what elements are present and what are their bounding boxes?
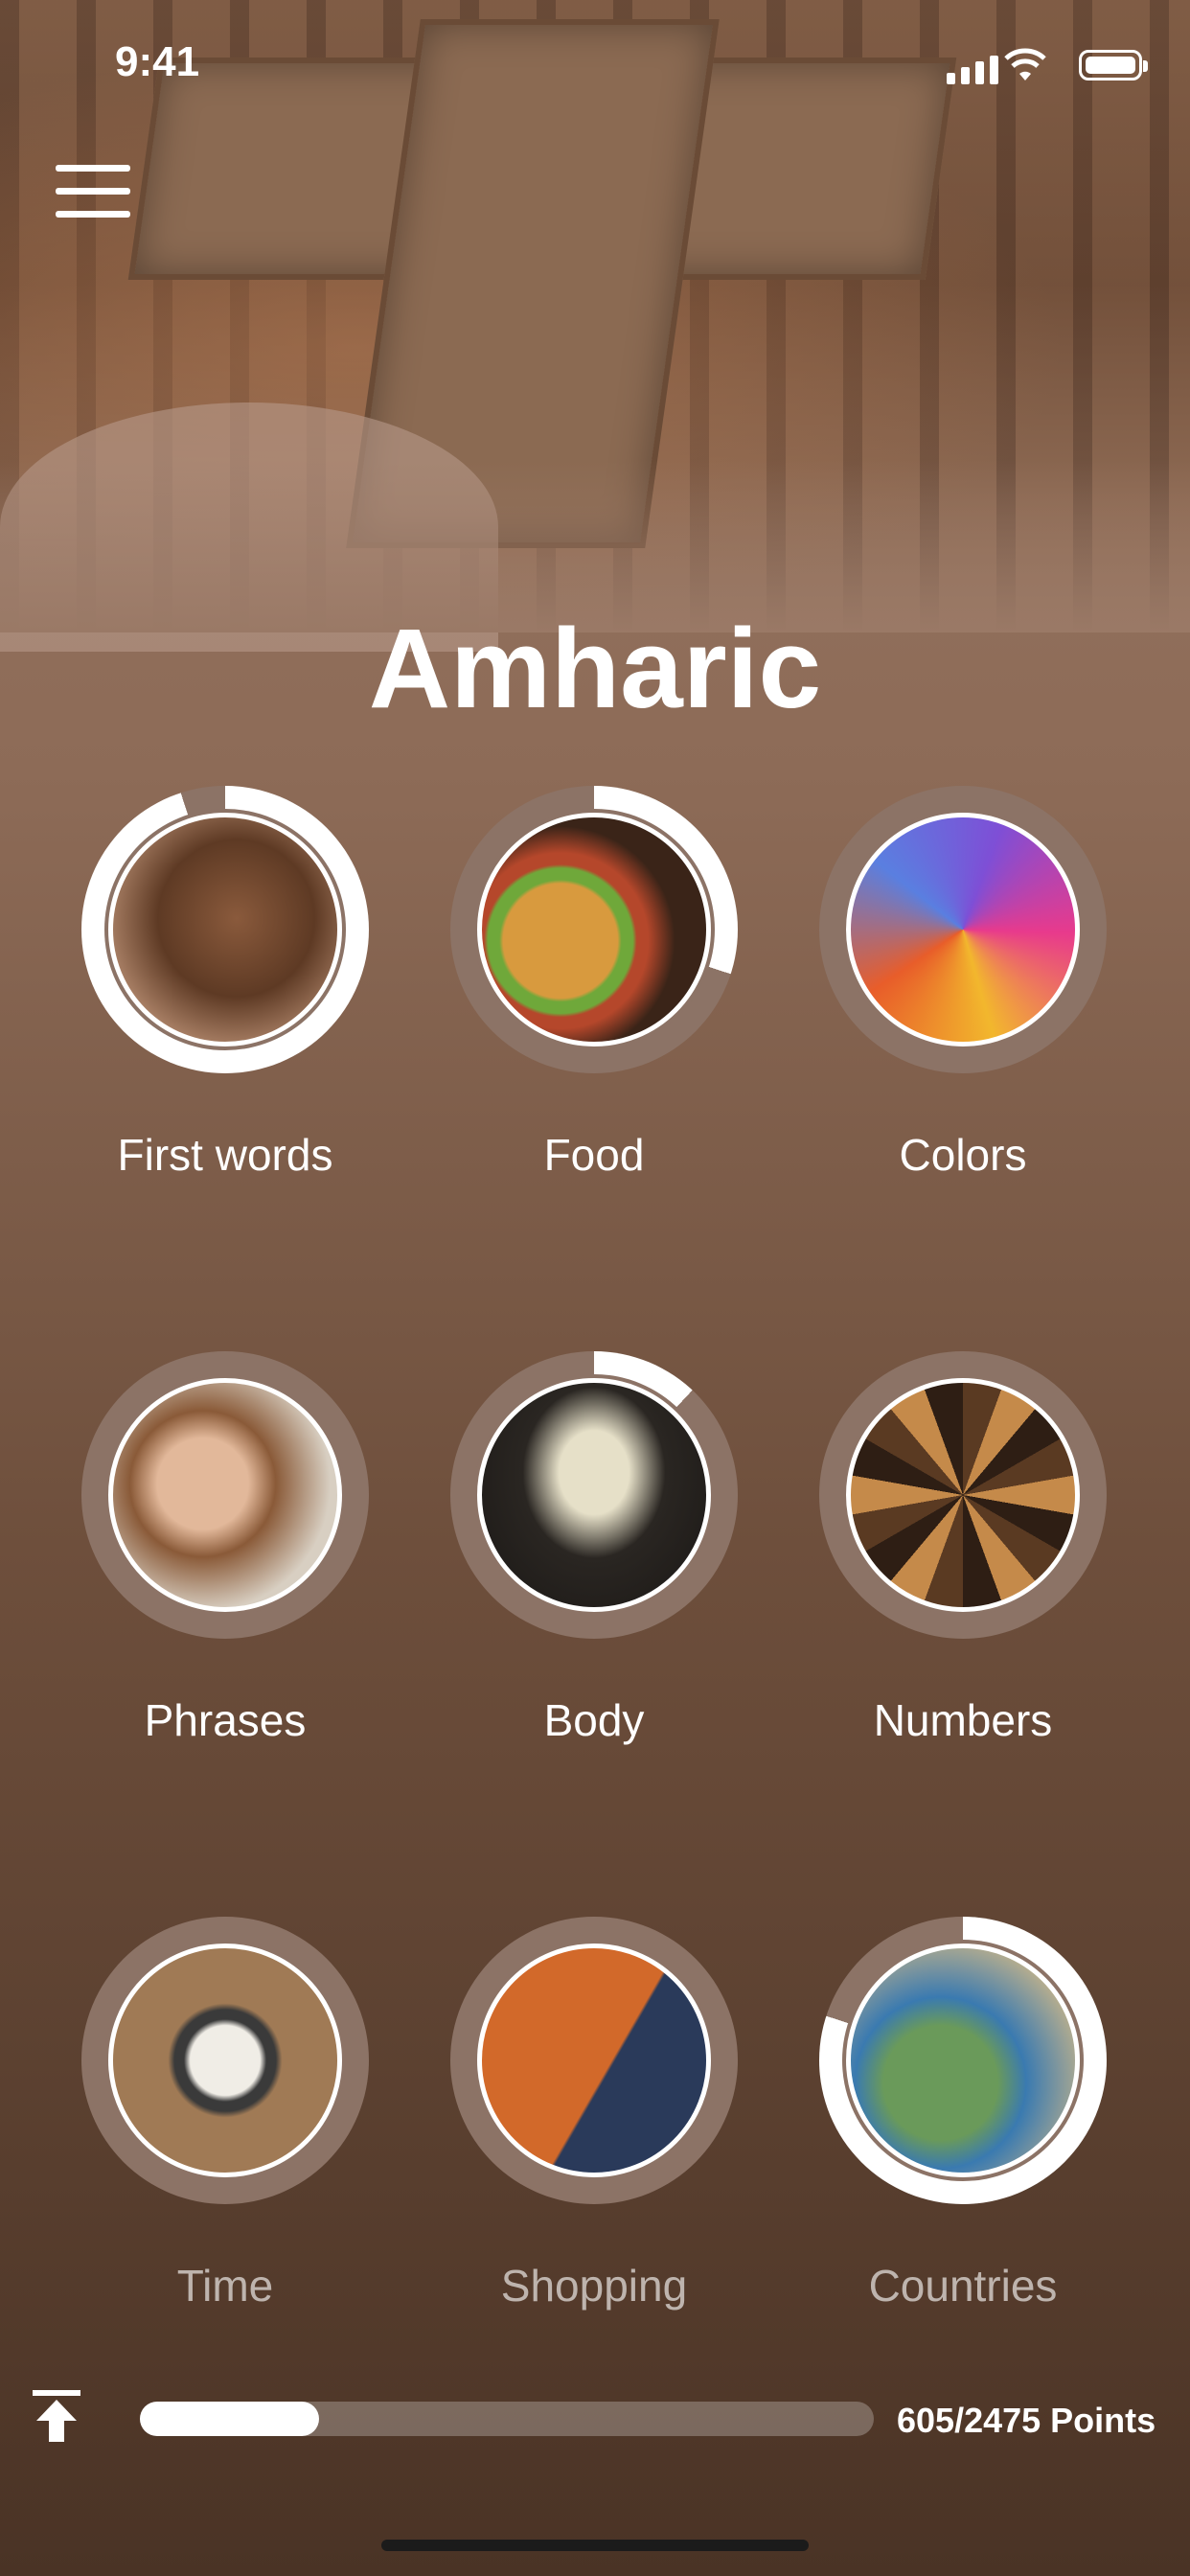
- topic-progress-ring: [450, 786, 738, 1073]
- topic-phrases[interactable]: Phrases: [43, 1351, 407, 1746]
- ring-inner: [842, 809, 1084, 1050]
- topic-food[interactable]: Food: [412, 786, 776, 1181]
- smiling-woman-photo: [108, 1378, 342, 1612]
- topic-progress-ring: [450, 1917, 738, 2204]
- topic-label: Colors: [899, 1130, 1027, 1180]
- scroll-to-top-icon[interactable]: [29, 2386, 84, 2444]
- battery-icon: [1079, 50, 1148, 80]
- ring-inner: [473, 1374, 715, 1616]
- topic-label: First words: [117, 1130, 333, 1180]
- topic-label: Food: [543, 1130, 645, 1180]
- topic-label: Countries: [868, 2261, 1058, 2311]
- wifi-icon: [1004, 48, 1046, 80]
- topic-first-words[interactable]: First words: [43, 786, 407, 1181]
- wooden-numbers-photo: [846, 1378, 1080, 1612]
- topic-label: Shopping: [500, 2261, 688, 2311]
- ring-inner: [842, 1374, 1084, 1616]
- topic-progress-ring: [450, 1351, 738, 1639]
- ring-inner: [104, 809, 346, 1050]
- topic-colors[interactable]: Colors: [781, 786, 1145, 1181]
- points-progress-fill: [140, 2402, 320, 2436]
- topic-progress-ring: [819, 1351, 1107, 1639]
- topic-progress-ring: [81, 786, 369, 1073]
- topic-progress-ring: [819, 1917, 1107, 2204]
- topic-label: Body: [543, 1695, 645, 1745]
- ring-inner: [842, 1940, 1084, 2181]
- topic-time[interactable]: Time: [43, 1917, 407, 2312]
- burger-photo: [477, 813, 711, 1046]
- points-progress-bar: [140, 2402, 874, 2436]
- topic-progress-ring: [819, 786, 1107, 1073]
- topic-numbers[interactable]: Numbers: [781, 1351, 1145, 1746]
- page-title: Amharic: [368, 606, 822, 732]
- color-powder-photo: [846, 813, 1080, 1046]
- menu-icon[interactable]: [56, 165, 132, 218]
- points-text: 605/2475 Points: [897, 2401, 1156, 2440]
- topic-label: Time: [176, 2261, 274, 2311]
- shopping-cart-photo: [477, 1944, 711, 2177]
- topic-shopping[interactable]: Shopping: [412, 1917, 776, 2312]
- topic-label: Phrases: [144, 1695, 307, 1745]
- topic-countries[interactable]: Countries: [781, 1917, 1145, 2312]
- topic-body[interactable]: Body: [412, 1351, 776, 1746]
- topic-label: Numbers: [873, 1695, 1053, 1745]
- ring-inner: [104, 1374, 346, 1616]
- alarm-clock-photo: [108, 1944, 342, 2177]
- signal-icon: [947, 56, 998, 84]
- baby-face-photo: [108, 813, 342, 1046]
- status-bar: 9:41: [0, 38, 1190, 96]
- skeleton-photo: [477, 1378, 711, 1612]
- topic-progress-ring: [81, 1351, 369, 1639]
- status-time: 9:41: [115, 38, 200, 85]
- map-pins-photo: [846, 1944, 1080, 2177]
- ring-inner: [104, 1940, 346, 2181]
- ring-inner: [473, 809, 715, 1050]
- home-indicator[interactable]: [381, 2540, 809, 2551]
- topic-progress-ring: [81, 1917, 369, 2204]
- ring-inner: [473, 1940, 715, 2181]
